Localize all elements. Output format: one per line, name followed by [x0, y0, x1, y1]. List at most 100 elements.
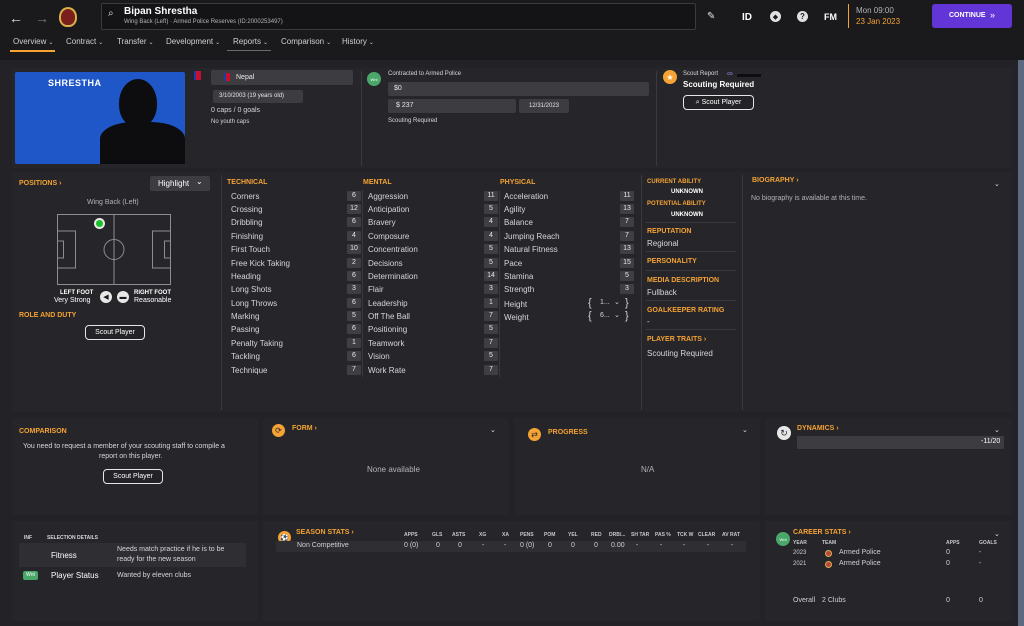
star-icon: ★: [663, 70, 677, 84]
mental-row: Anticipation 5: [368, 203, 498, 216]
attr-value: 4: [347, 231, 361, 241]
season-stats-link[interactable]: SEASON STATS ›: [296, 529, 354, 536]
id-button[interactable]: ID: [742, 12, 752, 23]
tab-overview[interactable]: Overview ⌄: [13, 37, 53, 46]
wanted-badge: Wnt: [23, 571, 38, 580]
fitness-label: Fitness: [51, 551, 77, 560]
biography-link[interactable]: BIOGRAPHY ›: [752, 177, 799, 184]
positions-title[interactable]: POSITIONS ›: [19, 180, 61, 187]
attr-value: 11: [620, 191, 634, 201]
tab-contract[interactable]: Contract ⌄: [66, 37, 103, 46]
career-row-team[interactable]: Armed Police: [839, 549, 881, 556]
attr-name: Off The Ball: [368, 312, 410, 321]
attr-value: 5: [484, 351, 498, 361]
scout-report-bar: [737, 74, 761, 77]
season-col-header: RED: [591, 532, 602, 538]
attr-value: 6: [347, 351, 361, 361]
nation-chip-flag-icon: [224, 73, 230, 81]
game-time: Mon 09:00: [856, 6, 894, 15]
form-collapse-icon[interactable]: ⌄: [490, 426, 496, 434]
nation-chip[interactable]: Nepal: [211, 70, 353, 85]
attr-name: Teamwork: [368, 339, 405, 348]
technical-row: Corners 6: [231, 190, 361, 203]
weight-chevron-icon[interactable]: ⌄: [614, 311, 620, 319]
pitch-diagram: [57, 214, 171, 285]
attr-value: 5: [484, 204, 498, 214]
biography-collapse-icon[interactable]: ⌄: [994, 180, 1000, 188]
tab-reports[interactable]: Reports ⌄: [233, 37, 268, 46]
season-cell: -: [660, 542, 663, 549]
weight-value: 6...: [600, 312, 610, 319]
position-marker: [94, 218, 105, 229]
fitness-text-1: Needs match practice if he is to be: [117, 546, 225, 553]
attr-name: Stamina: [504, 272, 534, 281]
attr-value: 7: [484, 365, 498, 375]
scout-top-label: Scout Player: [701, 99, 742, 106]
attr-value: 7: [620, 217, 634, 227]
edit-icon[interactable]: ✎: [707, 11, 715, 22]
attr-value: 12: [347, 204, 361, 214]
left-foot-icon: ◀: [100, 291, 112, 303]
technical-row: Finishing 4: [231, 230, 361, 243]
dynamics-link[interactable]: DYNAMICS ›: [797, 425, 839, 432]
tab-transfer-label: Transfer: [117, 37, 147, 46]
attr-value: 14: [484, 271, 498, 281]
dynamics-collapse-icon[interactable]: ⌄: [994, 426, 1000, 434]
attr-value: 6: [347, 271, 361, 281]
dynamics-bar: [797, 436, 1004, 449]
tab-transfer[interactable]: Transfer ⌄: [117, 37, 154, 46]
attr-value: 6: [347, 298, 361, 308]
season-cell: 0 (0): [404, 542, 419, 549]
comparison-text-1: You need to request a member of your sco…: [23, 443, 225, 450]
progress-icon: ⇄: [528, 428, 541, 441]
career-overall-label: Overall: [793, 597, 816, 604]
attr-name: Pace: [504, 259, 523, 268]
technical-row: Crossing 12: [231, 203, 361, 216]
mental-row: Off The Ball 7: [368, 310, 498, 323]
attr-name: Passing: [231, 325, 260, 334]
tab-history[interactable]: History ⌄: [342, 37, 374, 46]
scout-player-button-role[interactable]: Scout Player: [85, 325, 145, 340]
attr-divider-physical: [499, 190, 500, 377]
season-col-header: XA: [502, 532, 509, 538]
form-link[interactable]: FORM ›: [292, 425, 317, 432]
dynamics-icon: ↻: [777, 426, 791, 440]
attr-value: 3: [620, 284, 634, 294]
career-row-goals: -: [979, 549, 982, 556]
back-icon[interactable]: ←: [9, 10, 23, 26]
height-chevron-icon[interactable]: ⌄: [614, 298, 620, 306]
tab-development[interactable]: Development ⌄: [166, 37, 220, 46]
season-col-header: GLS: [432, 532, 443, 538]
attr-name: Jumping Reach: [504, 232, 560, 241]
attr-name: Finishing: [231, 232, 264, 241]
season-cell: -: [731, 542, 734, 549]
attr-name: Aggression: [368, 192, 409, 201]
physical-row: Stamina 5: [504, 270, 634, 283]
comparison-scout-button[interactable]: Scout Player: [103, 469, 163, 484]
career-team-header: TEAM: [822, 540, 837, 546]
highlight-label: Highlight: [158, 179, 190, 188]
forward-icon[interactable]: →: [35, 10, 49, 26]
player-traits-link[interactable]: PLAYER TRAITS ›: [647, 336, 706, 343]
attr-value: 13: [620, 244, 634, 254]
reputation-label: REPUTATION: [647, 228, 692, 235]
height-bracket-close-icon: }: [625, 297, 629, 309]
progress-collapse-icon[interactable]: ⌄: [742, 426, 748, 434]
shield-icon[interactable]: ◆: [770, 11, 781, 22]
career-collapse-icon[interactable]: ⌄: [994, 530, 1000, 538]
weight-bracket-icon: {: [588, 310, 592, 322]
career-row-team[interactable]: Armed Police: [839, 560, 881, 567]
technical-row: Technique 7: [231, 364, 361, 377]
scout-player-button-top[interactable]: ⌕ Scout Player: [683, 95, 754, 110]
career-stats-link[interactable]: CAREER STATS ›: [793, 529, 851, 536]
tab-comparison[interactable]: Comparison ⌄: [281, 37, 331, 46]
fm-menu-button[interactable]: FM: [824, 12, 837, 22]
career-row-apps: 0: [946, 549, 950, 556]
selection-details-label: SELECTION DETAILS: [47, 535, 99, 541]
attr-divider-right: [641, 175, 642, 410]
left-foot-value: Very Strong: [54, 297, 91, 304]
physical-row: Acceleration 11: [504, 190, 634, 203]
attr-name: First Touch: [231, 245, 270, 254]
profile-divider-2: [656, 71, 657, 166]
help-icon[interactable]: ?: [797, 11, 808, 22]
